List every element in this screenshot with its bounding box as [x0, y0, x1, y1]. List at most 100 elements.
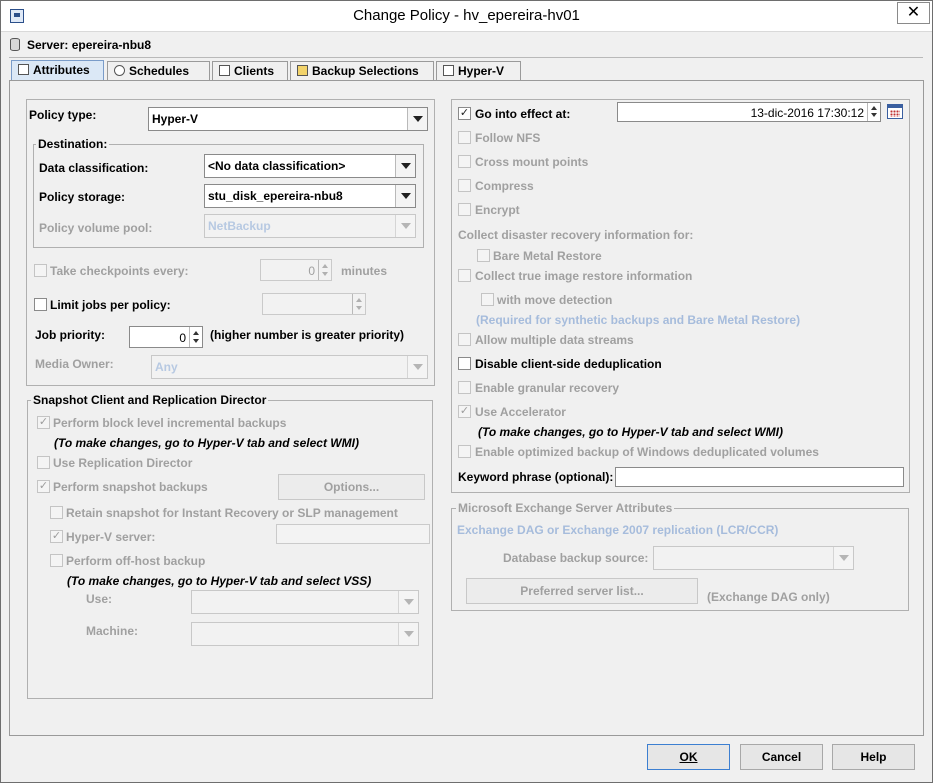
hyperv-server-checkbox[interactable]: ✓ — [50, 530, 63, 543]
tab-schedules[interactable]: Schedules — [107, 61, 210, 80]
spinner-buttons[interactable] — [352, 294, 365, 314]
go-into-effect-checkbox[interactable]: ✓ — [458, 107, 471, 120]
dag-only-label: (Exchange DAG only) — [707, 590, 830, 604]
spinner-down-icon[interactable] — [356, 306, 362, 310]
ok-button[interactable]: OK — [647, 744, 730, 770]
accelerator-checkbox[interactable]: ✓ — [458, 405, 471, 418]
tab-label: Backup Selections — [312, 64, 419, 78]
follow-nfs-checkbox[interactable] — [458, 131, 471, 144]
keyword-label: Keyword phrase (optional): — [458, 470, 614, 484]
data-classification-dropdown[interactable]: <No data classification> — [204, 154, 416, 178]
hyperv-server-label: Hyper-V server: — [66, 530, 156, 544]
chevron-down-icon[interactable] — [407, 356, 427, 378]
job-priority-spinner[interactable]: 0 — [129, 326, 203, 348]
replication-director-checkbox[interactable] — [37, 456, 50, 469]
true-image-checkbox[interactable] — [458, 269, 471, 282]
tab-label: Schedules — [129, 64, 190, 78]
tab-clients[interactable]: Clients — [212, 61, 288, 80]
media-owner-dropdown[interactable]: Any — [151, 355, 428, 379]
take-checkpoints-label: Take checkpoints every: — [50, 264, 189, 278]
replication-director-label: Use Replication Director — [53, 456, 193, 470]
offhost-checkbox[interactable] — [50, 554, 63, 567]
media-owner-label: Media Owner: — [35, 357, 114, 371]
encrypt-checkbox[interactable] — [458, 203, 471, 216]
policy-volume-pool-label: Policy volume pool: — [39, 221, 153, 235]
spinner-down-icon[interactable] — [193, 339, 199, 343]
chevron-down-icon[interactable] — [398, 591, 418, 613]
spinner-buttons[interactable] — [867, 103, 880, 121]
policy-volume-pool-dropdown[interactable]: NetBackup — [204, 214, 416, 238]
block-level-checkbox[interactable]: ✓ — [37, 416, 50, 429]
help-label: Help — [860, 750, 887, 764]
change-policy-window: Change Policy - hv_epereira-hv01 ✕ Serve… — [0, 0, 933, 783]
tab-hyper-v[interactable]: Hyper-V — [436, 61, 521, 80]
disable-dedup-checkbox[interactable] — [458, 357, 471, 370]
snapshot-backups-label: Perform snapshot backups — [53, 480, 208, 494]
tab-label: Clients — [234, 64, 275, 78]
bmr-label: Bare Metal Restore — [493, 249, 602, 263]
spinner-up-icon[interactable] — [322, 264, 328, 268]
cross-mount-label: Cross mount points — [475, 155, 589, 169]
title-bar[interactable]: Change Policy - hv_epereira-hv01 ✕ — [1, 1, 932, 32]
chevron-down-icon[interactable] — [395, 185, 415, 207]
offhost-label: Perform off-host backup — [66, 554, 206, 568]
spinner-up-icon[interactable] — [193, 331, 199, 335]
granular-checkbox[interactable] — [458, 381, 471, 394]
policy-type-dropdown[interactable]: Hyper-V — [148, 107, 428, 131]
backup-selections-icon — [297, 65, 308, 76]
retain-snapshot-checkbox[interactable] — [50, 506, 63, 519]
options-button[interactable]: Options... — [278, 474, 425, 500]
granular-label: Enable granular recovery — [475, 381, 620, 395]
policy-storage-value: stu_disk_epereira-nbu8 — [208, 189, 343, 203]
move-detection-label: with move detection — [497, 293, 613, 307]
true-image-label: Collect true image restore information — [475, 269, 693, 283]
help-button[interactable]: Help — [832, 744, 915, 770]
calendar-icon[interactable] — [887, 104, 903, 119]
db-source-dropdown[interactable] — [653, 546, 854, 570]
tab-attributes[interactable]: Attributes — [11, 60, 104, 81]
spinner-up-icon[interactable] — [356, 298, 362, 302]
divider — [9, 57, 923, 58]
limit-jobs-checkbox[interactable] — [34, 298, 47, 311]
bmr-checkbox[interactable] — [477, 249, 490, 262]
close-button[interactable]: ✕ — [897, 2, 930, 24]
compress-checkbox[interactable] — [458, 179, 471, 192]
spinner-down-icon[interactable] — [871, 113, 877, 117]
policy-type-value: Hyper-V — [152, 112, 199, 126]
policy-storage-label: Policy storage: — [39, 190, 126, 204]
accelerator-label: Use Accelerator — [475, 405, 566, 419]
chevron-down-icon[interactable] — [398, 623, 418, 645]
chevron-down-icon[interactable] — [395, 215, 415, 237]
hyperv-server-input[interactable] — [276, 524, 430, 544]
data-classification-label: Data classification: — [39, 161, 149, 175]
policy-storage-dropdown[interactable]: stu_disk_epereira-nbu8 — [204, 184, 416, 208]
checkpoints-minutes-spinner[interactable]: 0 — [260, 259, 332, 281]
move-detection-checkbox[interactable] — [481, 293, 494, 306]
tab-backup-selections[interactable]: Backup Selections — [290, 61, 434, 80]
spinner-buttons[interactable] — [189, 327, 202, 347]
spinner-up-icon[interactable] — [871, 106, 877, 110]
data-classification-value: <No data classification> — [208, 159, 346, 173]
cross-mount-checkbox[interactable] — [458, 155, 471, 168]
chevron-down-icon[interactable] — [395, 155, 415, 177]
optimized-backup-checkbox[interactable] — [458, 445, 471, 458]
limit-jobs-spinner[interactable] — [262, 293, 366, 315]
go-into-effect-label: Go into effect at: — [475, 107, 571, 121]
exchange-dag-label: Exchange DAG or Exchange 2007 replicatio… — [457, 523, 779, 537]
chevron-down-icon[interactable] — [407, 108, 427, 130]
cancel-button[interactable]: Cancel — [740, 744, 823, 770]
chevron-down-icon[interactable] — [833, 547, 853, 569]
preferred-server-list-button[interactable]: Preferred server list... — [466, 578, 698, 604]
go-into-effect-datetime[interactable]: 13-dic-2016 17:30:12 — [617, 102, 881, 122]
media-owner-value: Any — [155, 360, 178, 374]
spinner-buttons[interactable] — [318, 260, 331, 280]
keyword-input[interactable] — [615, 467, 904, 487]
machine-dropdown[interactable] — [191, 622, 419, 646]
encrypt-label: Encrypt — [475, 203, 520, 217]
use-dropdown[interactable] — [191, 590, 419, 614]
spinner-down-icon[interactable] — [322, 272, 328, 276]
snapshot-backups-checkbox[interactable]: ✓ — [37, 480, 50, 493]
server-icon — [10, 38, 20, 51]
multiple-streams-checkbox[interactable] — [458, 333, 471, 346]
take-checkpoints-checkbox[interactable] — [34, 264, 47, 277]
